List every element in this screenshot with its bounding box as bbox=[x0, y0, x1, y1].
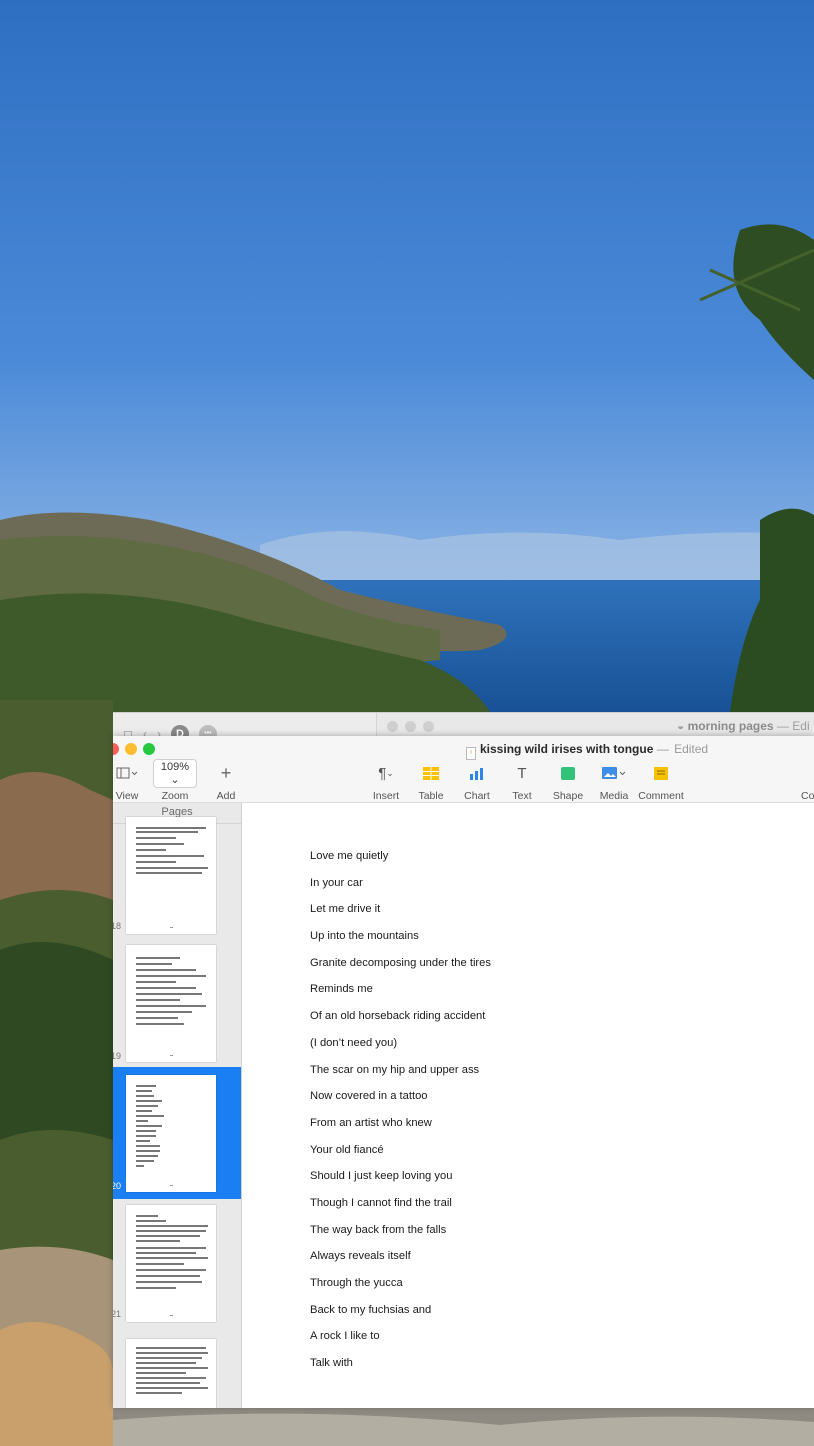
eye-icon: ◒ bbox=[677, 719, 688, 733]
inactive-minimize-icon bbox=[405, 721, 416, 732]
table-button[interactable]: Table bbox=[416, 762, 446, 802]
page-thumbnail-20[interactable]: 20 bbox=[113, 1067, 241, 1199]
text-line[interactable]: Reminds me bbox=[310, 980, 491, 1007]
text-icon: T bbox=[517, 764, 527, 782]
page-number: 20 bbox=[113, 1181, 122, 1191]
page-thumbnail-21[interactable]: 21 bbox=[113, 1199, 241, 1329]
plus-icon: + bbox=[220, 762, 232, 783]
text-line[interactable]: A rock I like to bbox=[310, 1327, 491, 1354]
text-label: Text bbox=[512, 790, 532, 802]
minimize-button[interactable] bbox=[125, 743, 137, 755]
table-label: Table bbox=[418, 790, 444, 802]
text-line[interactable]: Talk with bbox=[310, 1354, 491, 1381]
insert-label: Insert bbox=[372, 790, 400, 802]
thumbnail-preview bbox=[126, 1339, 216, 1408]
title-separator: — bbox=[656, 742, 669, 756]
page-thumbnail-22[interactable] bbox=[113, 1329, 241, 1408]
shape-button[interactable]: Shape bbox=[551, 762, 585, 802]
pages-document-icon: ı bbox=[466, 747, 476, 760]
text-line[interactable]: Always reveals itself bbox=[310, 1247, 491, 1274]
comment-label: Comment bbox=[638, 790, 684, 802]
inactive-maximize-icon bbox=[423, 721, 434, 732]
toolbar: View 109% ⌄ Zoom + Add Page ¶ ⌄ Insert T… bbox=[113, 758, 814, 814]
text-line[interactable]: From an artist who knew bbox=[310, 1114, 491, 1141]
document-canvas[interactable]: Love me quietly In your car Let me drive i… bbox=[242, 803, 814, 1408]
page-number: 18 bbox=[113, 921, 122, 931]
page-thumbnail-18[interactable]: 18 bbox=[113, 817, 241, 937]
text-line[interactable]: Up into the mountains bbox=[310, 927, 491, 954]
title-bar: ı kissing wild irises with tongue — Edite… bbox=[113, 736, 814, 762]
text-line[interactable]: Granite decomposing under the tires bbox=[310, 954, 491, 981]
page-thumbnail-19[interactable]: 19 bbox=[113, 943, 241, 1069]
chevron-down-icon: ⌄ bbox=[170, 773, 180, 786]
thumbnail-preview bbox=[126, 945, 216, 1062]
chart-label: Chart bbox=[464, 790, 490, 802]
collaborate-button[interactable]: Co bbox=[801, 762, 814, 802]
thumbnail-preview bbox=[126, 817, 216, 934]
shape-label: Shape bbox=[552, 790, 584, 802]
inactive-close-icon bbox=[387, 721, 398, 732]
close-button[interactable] bbox=[113, 743, 119, 755]
insert-button[interactable]: ¶ ⌄ Insert bbox=[371, 762, 401, 803]
zoom-button[interactable]: 109% ⌄ Zoom bbox=[153, 758, 197, 802]
text-line[interactable]: In your car bbox=[310, 874, 491, 901]
text-line[interactable]: Let me drive it bbox=[310, 900, 491, 927]
text-line[interactable]: Through the yucca bbox=[310, 1274, 491, 1301]
text-line[interactable]: Of an old horseback riding accident bbox=[310, 1007, 491, 1034]
thumbnail-preview bbox=[126, 1205, 216, 1322]
zoom-select[interactable]: 109% ⌄ bbox=[153, 758, 197, 788]
zoom-label: Zoom bbox=[161, 790, 189, 802]
window-title: ı kissing wild irises with tongue — Edite… bbox=[466, 742, 708, 760]
shape-icon bbox=[551, 762, 585, 784]
inactive-traffic-lights bbox=[387, 721, 434, 732]
view-icon bbox=[113, 762, 141, 784]
chart-button[interactable]: Chart bbox=[462, 762, 492, 802]
collaborate-label: Co bbox=[801, 790, 814, 802]
thumbnail-preview bbox=[126, 1075, 216, 1192]
text-line[interactable]: The way back from the falls bbox=[310, 1221, 491, 1248]
text-line[interactable]: (I don’t need you) bbox=[310, 1034, 491, 1061]
background-window-title: ◒ morning pages — Edi bbox=[677, 719, 810, 733]
text-line[interactable]: Back to my fuchsias and bbox=[310, 1301, 491, 1328]
table-icon bbox=[416, 762, 446, 784]
chart-icon bbox=[462, 762, 492, 784]
text-line[interactable]: Should I just keep loving you bbox=[310, 1167, 491, 1194]
text-line[interactable]: The scar on my hip and upper ass bbox=[310, 1061, 491, 1088]
comment-icon bbox=[638, 762, 684, 784]
pages-window[interactable]: ı kissing wild irises with tongue — Edite… bbox=[113, 736, 814, 1408]
view-label: View bbox=[115, 790, 139, 802]
media-label: Media bbox=[599, 790, 629, 802]
document-title: kissing wild irises with tongue bbox=[480, 742, 654, 756]
text-button[interactable]: T Text bbox=[509, 762, 535, 803]
view-button[interactable]: View bbox=[113, 762, 141, 802]
page-number: 21 bbox=[113, 1309, 122, 1319]
text-line[interactable]: Your old fiancé bbox=[310, 1141, 491, 1168]
zoom-value: 109% bbox=[160, 760, 190, 773]
media-icon bbox=[598, 762, 630, 784]
document-status: Edited bbox=[674, 742, 709, 756]
pages-sidebar[interactable]: Pages 18 19 20 21 bbox=[113, 803, 242, 1408]
comment-button[interactable]: Comment bbox=[638, 762, 684, 802]
text-line[interactable]: Though I cannot find the trail bbox=[310, 1194, 491, 1221]
text-line[interactable]: Now covered in a tattoo bbox=[310, 1087, 491, 1114]
page-number: 19 bbox=[113, 1051, 122, 1061]
paragraph-icon: ¶ ⌄ bbox=[378, 764, 394, 782]
text-line[interactable]: Love me quietly bbox=[310, 847, 491, 874]
maximize-button[interactable] bbox=[143, 743, 155, 755]
document-body[interactable]: Love me quietly In your car Let me drive i… bbox=[310, 847, 491, 1381]
media-button[interactable]: Media bbox=[598, 762, 630, 802]
